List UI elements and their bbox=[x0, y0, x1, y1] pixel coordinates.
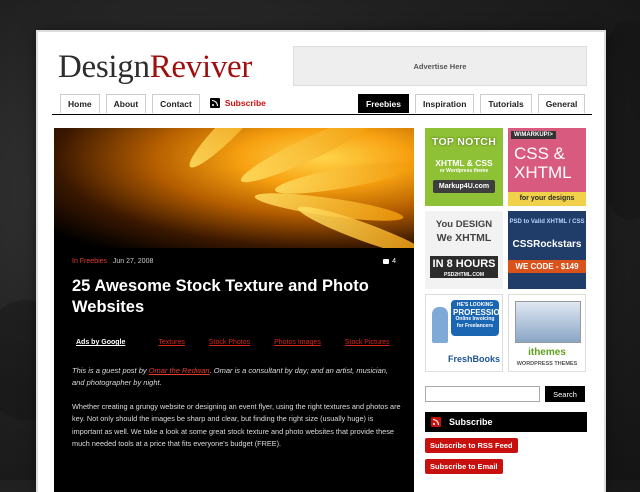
ad-text: CSSRockstars bbox=[512, 239, 582, 250]
ad-text: We XHTML bbox=[436, 232, 492, 244]
ad-brand: ithemes bbox=[528, 347, 566, 358]
main-nav: Home About Contact Subscribe bbox=[60, 94, 270, 114]
ad-psd2html[interactable]: You DESIGN We XHTML IN 8 HOURS PSD2HTML.… bbox=[425, 211, 503, 289]
ad-text: WE CODE - $149 bbox=[508, 260, 586, 273]
ad-text: You DESIGN bbox=[435, 219, 493, 230]
search-button[interactable]: Search bbox=[545, 386, 585, 402]
ad-headline-line: XHTML bbox=[514, 163, 572, 182]
ad-link[interactable]: Textures bbox=[158, 339, 184, 346]
advertise-banner[interactable]: Advertise Here bbox=[293, 46, 587, 86]
ad-link[interactable]: Stock Photos bbox=[209, 339, 250, 346]
ad-brand: FreshBooks bbox=[448, 354, 501, 364]
tab-freebies[interactable]: Freebies bbox=[358, 94, 409, 113]
screenshot-thumbnail bbox=[515, 301, 581, 343]
logo-design: Design bbox=[58, 49, 150, 85]
google-ads-row: Ads by Google Textures Stock Photos Phot… bbox=[76, 339, 414, 346]
sidebar: TOP NOTCH XHTML & CSS or Wordpress theme… bbox=[425, 128, 587, 474]
rss-icon bbox=[209, 98, 220, 108]
subscribe-heading: Subscribe bbox=[425, 412, 587, 432]
post-date: Jun 27, 2008 bbox=[112, 258, 154, 265]
ad-text: PSD2HTML.COM bbox=[430, 272, 498, 278]
ad-speech-bubble: HE'S LOOKING PROFESSIONAL Online Invoici… bbox=[451, 300, 502, 336]
ad-button: Markup4U.com bbox=[433, 180, 495, 193]
ad-link[interactable]: Photos Images bbox=[274, 339, 321, 346]
tab-inspiration[interactable]: Inspiration bbox=[414, 94, 475, 113]
post-body: Whether creating a grungy website or des… bbox=[72, 402, 401, 448]
ad-tag: W\MARKUP/> bbox=[511, 131, 556, 139]
ad-freshbooks[interactable]: HE'S LOOKING PROFESSIONAL Online Invoici… bbox=[425, 294, 503, 372]
ad-headline: CSS & XHTML bbox=[514, 144, 572, 182]
intro-prefix: This is a guest post by bbox=[72, 366, 149, 375]
post-meta: In Freebies Jun 27, 2008 bbox=[72, 258, 153, 265]
comment-icon bbox=[383, 259, 390, 264]
ad-footer: for your designs bbox=[508, 192, 586, 206]
subscribe-label: Subscribe bbox=[224, 98, 266, 108]
search-input[interactable] bbox=[425, 386, 540, 402]
comment-count[interactable]: 4 bbox=[383, 258, 396, 265]
ad-text: IN 8 HOURS bbox=[430, 256, 498, 272]
subscribe-heading-label: Subscribe bbox=[449, 417, 493, 427]
ad-headline-line: CSS & bbox=[514, 144, 566, 163]
ad-link[interactable]: Stock Pictures bbox=[345, 339, 390, 346]
ad-text: or Wordpress theme bbox=[439, 168, 489, 174]
subscribe-link[interactable]: Subscribe bbox=[206, 94, 270, 112]
nav-contact[interactable]: Contact bbox=[152, 94, 200, 113]
ad-css-xhtml[interactable]: W\MARKUP/> CSS & XHTML for your designs bbox=[508, 128, 586, 206]
post-hero-image[interactable] bbox=[54, 128, 414, 248]
businessman-illustration bbox=[432, 307, 448, 343]
rss-icon bbox=[431, 417, 441, 427]
ad-text: XHTML & CSS bbox=[435, 158, 493, 168]
logo-reviver: Reviver bbox=[149, 49, 253, 85]
author-link[interactable]: Omar the Redwan bbox=[149, 366, 210, 375]
post-panel: In Freebies Jun 27, 2008 4 25 Awesome St… bbox=[54, 128, 414, 492]
nav-divider bbox=[52, 114, 592, 115]
post-category[interactable]: In Freebies bbox=[72, 258, 107, 265]
post-intro: This is a guest post by Omar the Redwan.… bbox=[72, 365, 402, 389]
ad-text: WORDPRESS THEMES bbox=[516, 361, 578, 367]
subscribe-email-button[interactable]: Subscribe to Email bbox=[425, 459, 503, 474]
tab-general[interactable]: General bbox=[537, 94, 586, 113]
tab-tutorials[interactable]: Tutorials bbox=[480, 94, 532, 113]
nav-about[interactable]: About bbox=[105, 94, 147, 113]
subscribe-rss-button[interactable]: Subscribe to RSS Feed bbox=[425, 438, 518, 453]
ad-cssrockstars[interactable]: PSD to Valid XHTML / CSS CSSRockstars WE… bbox=[508, 211, 586, 289]
site-logo[interactable]: DesignReviver bbox=[58, 47, 252, 87]
comment-count-value: 4 bbox=[392, 258, 396, 265]
ads-by-google[interactable]: Ads by Google bbox=[76, 339, 125, 346]
ad-markup4u[interactable]: TOP NOTCH XHTML & CSS or Wordpress theme… bbox=[425, 128, 503, 206]
ad-text: PSD to Valid XHTML / CSS bbox=[509, 219, 585, 225]
search-form: Search bbox=[425, 386, 587, 402]
post-title[interactable]: 25 Awesome Stock Texture and Photo Websi… bbox=[72, 276, 402, 318]
ad-text: Online Invoicing for Freelancers bbox=[455, 316, 495, 329]
page-container: DesignReviver Advertise Here Home About … bbox=[38, 32, 604, 492]
nav-home[interactable]: Home bbox=[60, 94, 100, 113]
category-nav: Freebies Inspiration Tutorials General bbox=[358, 94, 586, 114]
ad-text: PROFESSIONAL bbox=[453, 308, 502, 317]
ad-ithemes[interactable]: ithemes WORDPRESS THEMES bbox=[508, 294, 586, 372]
sidebar-ads: TOP NOTCH XHTML & CSS or Wordpress theme… bbox=[425, 128, 587, 372]
ad-text: TOP NOTCH bbox=[431, 136, 497, 148]
